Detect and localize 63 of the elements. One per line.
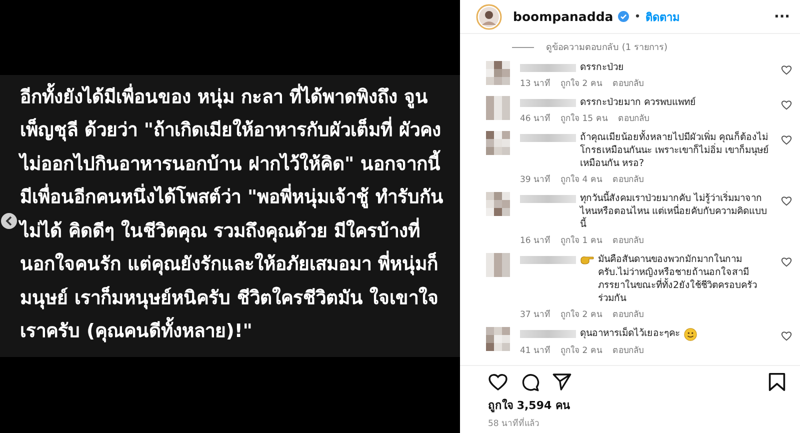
comment-likes[interactable]: ถูกใจ 2 คน	[560, 343, 602, 357]
redacted-username	[520, 256, 576, 264]
view-replies-link[interactable]: ดูข้อความตอบกลับ (1 รายการ)	[546, 40, 668, 54]
bookmark-icon[interactable]	[768, 372, 786, 392]
follow-button[interactable]: ติดตาม	[646, 8, 680, 26]
post-text-line: มีเพื่อนอีกคนหนึ่งได้โพสต์ว่า "พอพี่หนุ่มเจ้าชู้ ทำรับกัน	[20, 181, 444, 214]
redacted-username	[520, 134, 576, 142]
comment-likes[interactable]: ถูกใจ 2 คน	[560, 307, 602, 321]
smiley-icon	[684, 328, 697, 341]
post-text-line: นอกใจคนรัก แต่คุณยังรักและให้อภัยเสมอมา พี่หนุ่มก็	[20, 248, 438, 282]
post-text-line: ไม่ออกไปกินอาหารนอกบ้าน ฝากไว้ให้คิด" นอกจากนี้	[20, 148, 441, 181]
post-text-line: อีกทั้งยังได้มีเพื่อนของ หนุ่ม กะลา ที่ได้พาดพิงถึง จูน	[20, 80, 428, 114]
comment-icon[interactable]	[520, 372, 540, 392]
heart-icon[interactable]	[781, 331, 792, 341]
avatar[interactable]	[486, 131, 510, 155]
comment-time: 13 นาที	[520, 78, 551, 90]
chevron-left-icon	[5, 216, 13, 226]
comment-time: 39 นาที	[520, 174, 551, 186]
reply-link[interactable]: ตอบกลับ	[612, 307, 644, 321]
heart-icon[interactable]	[781, 135, 792, 145]
avatar[interactable]	[476, 4, 502, 30]
avatar[interactable]	[486, 61, 510, 85]
comment-text: ถ้าคุณเมียน้อยทั้งหลายไปมีผัวเพิ่ม คุณก็ต้องไม่โกรธเหมือนกันนะ เพราะเขาก็ไม่อิ่ม เขาก็มนุษย์เหมือนกัน หรอ?	[580, 131, 770, 170]
comment-likes[interactable]: ถูกใจ 1 คน	[560, 233, 602, 247]
reply-link[interactable]: ตอบกลับ	[612, 172, 644, 186]
avatar[interactable]	[486, 327, 510, 351]
reply-link[interactable]: ตอบกลับ	[612, 76, 644, 90]
heart-icon[interactable]	[781, 196, 792, 206]
more-button[interactable]: ···	[774, 8, 790, 24]
comment-text: ดุนอาหารเม็ดไว้เยอะๆคะ	[580, 327, 680, 340]
post-text-line: เราครับ (คุณคนดีทั้งหลาย)!"	[20, 315, 252, 348]
reply-link[interactable]: ตอบกลับ	[612, 233, 644, 247]
post-time: 58 นาทีที่แล้ว	[488, 416, 541, 430]
pointing-hand-icon	[580, 254, 594, 265]
comment-text: มันคือสันดานของพวกมักมากในกามครับ.ไม่ว่าหญิงหรือชายถ้านอกใจสามีภรรยาในขณะที่ทั้ง2ยังใช้ชีวิตครอบครัวร่วมกัน	[598, 253, 758, 305]
separator: •	[634, 10, 641, 23]
comment-time: 16 นาที	[520, 234, 551, 247]
post-text-line: มนุษย์ เราก็มหนุษย์หนิครับ ชีวิตใครชีวิตมัน ใจเขาใจ	[20, 285, 438, 312]
comment-text: ดรรกะป่วย	[580, 61, 624, 74]
username[interactable]: boompanadda	[513, 9, 614, 24]
redacted-username	[520, 99, 576, 107]
share-icon[interactable]	[552, 372, 572, 392]
post-text-line: เพ็ญชุลี ด้วยว่า "ถ้าเกิดเมียให้อาหารกับผัวเต็มที่ ผัวคง	[20, 114, 441, 148]
redacted-username	[520, 195, 576, 203]
comment-text: ทุกวันนี้สังคมเราป่วยมากคับ ไม่รู้ว่าเริ่มมาจากไหนหรือตอนไหน แต่เหนื่อยคับกับความคิดแบบนี้	[580, 192, 768, 231]
redacted-username	[520, 64, 576, 72]
reply-link[interactable]: ตอบกลับ	[612, 343, 644, 357]
comment-likes[interactable]: ถูกใจ 15 คน	[560, 111, 608, 125]
comment-time: 37 นาที	[520, 308, 551, 321]
comment-time: 41 นาที	[520, 344, 551, 357]
redacted-username	[520, 330, 576, 338]
reply-link[interactable]: ตอบกลับ	[618, 111, 649, 125]
comment-text: ดรรกะป่วยมาก ควรพบแพทย์	[580, 96, 696, 109]
avatar[interactable]	[486, 192, 510, 216]
heart-icon[interactable]	[781, 257, 792, 267]
comment-likes[interactable]: ถูกใจ 2 คน	[560, 76, 602, 90]
comment-time: 46 นาที	[520, 112, 551, 125]
post-text-line: ไม่ได้ คิดดีๆ ในชีวิตคุณ รวมถึงคุณด้วย มีใครบ้างที่	[20, 214, 420, 248]
comment-likes[interactable]: ถูกใจ 4 คน	[560, 172, 602, 186]
heart-icon[interactable]	[488, 372, 508, 392]
heart-icon[interactable]	[781, 100, 792, 110]
likes-count[interactable]: ถูกใจ 3,594 คน	[488, 396, 786, 414]
heart-icon[interactable]	[781, 65, 792, 75]
